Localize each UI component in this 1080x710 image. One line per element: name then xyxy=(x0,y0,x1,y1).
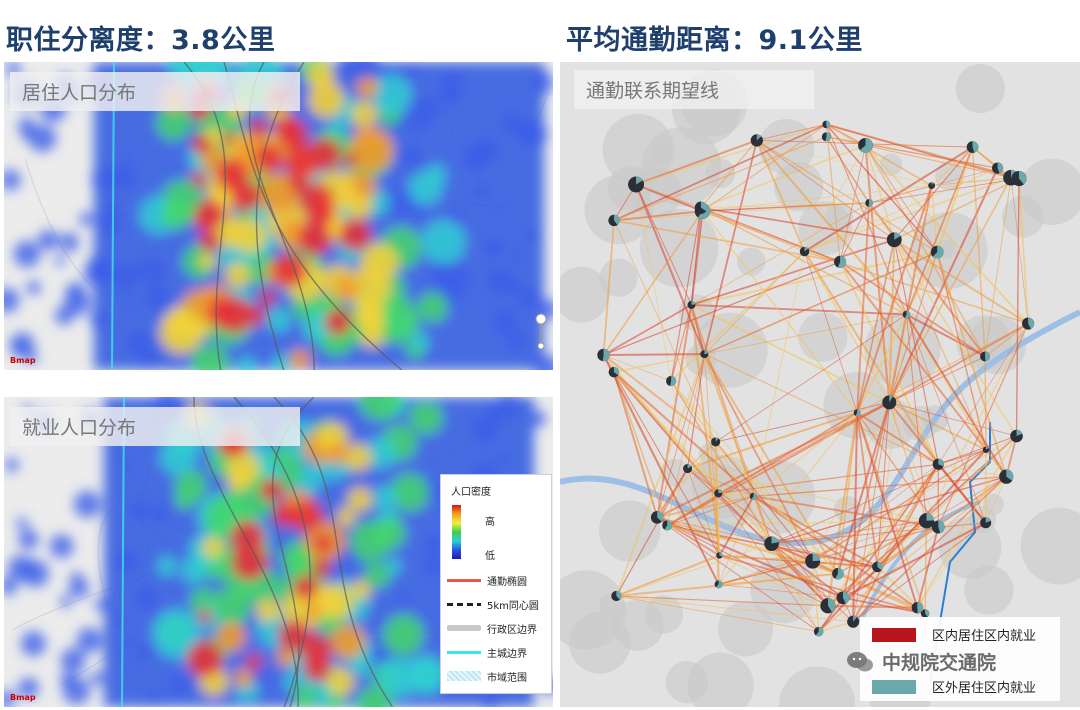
legend-item-inter-district: 区外居住区内就业 xyxy=(872,677,1036,696)
legend-item-main-city-boundary: 主城边界 xyxy=(447,645,527,660)
employment-panel-label: 就业人口分布 xyxy=(10,407,300,446)
municipal-area-swatch xyxy=(447,671,481,681)
density-color-ramp xyxy=(452,505,461,559)
legend-item-municipal-area: 市域范围 xyxy=(447,669,527,684)
legend-item-commute-ellipse: 通勤椭圆 xyxy=(447,573,527,588)
commute-desire-line-map xyxy=(560,62,1080,707)
intra-district-swatch xyxy=(872,627,916,642)
watermark-text: 中规院交通院 xyxy=(882,652,997,674)
legend-item-label: 通勤椭圆 xyxy=(487,576,527,588)
zoom-control-icon[interactable] xyxy=(534,312,548,352)
map-provider-badge: Bmap xyxy=(10,356,36,365)
headline-average-commute-distance: 平均通勤距离：9.1公里 xyxy=(566,25,863,56)
watermark: 中规院交通院 xyxy=(846,648,996,675)
5km-circle-swatch xyxy=(447,602,481,606)
inter-district-swatch xyxy=(872,679,916,694)
density-high-label: 高 xyxy=(485,517,495,528)
density-low-label: 低 xyxy=(485,551,495,562)
desire-panel-label: 通勤联系期望线 xyxy=(574,70,814,109)
wechat-icon xyxy=(847,651,873,671)
density-legend: 人口密度 高 低 通勤椭圆 5km同心圆 行政区边界 主城边界 市域范围 xyxy=(440,474,552,694)
legend-item-label: 市域范围 xyxy=(487,672,527,684)
residence-panel-label: 居住人口分布 xyxy=(10,72,300,111)
headline-job-housing-separation: 职住分离度：3.8公里 xyxy=(6,25,276,56)
legend-item-5km-circle: 5km同心圆 xyxy=(447,597,539,612)
legend-item-label: 行政区边界 xyxy=(487,624,537,636)
map-provider-badge: Bmap xyxy=(10,693,36,702)
legend-item-label: 区外居住区内就业 xyxy=(932,681,1037,696)
legend-item-label: 主城边界 xyxy=(487,648,527,660)
commute-ellipse-swatch xyxy=(447,578,481,582)
legend-item-intra-district: 区内居住区内就业 xyxy=(872,625,1036,644)
residence-heatmap-panel[interactable]: 居住人口分布 Bmap xyxy=(4,62,553,370)
legend-item-district-boundary: 行政区边界 xyxy=(447,621,537,636)
density-legend-title: 人口密度 xyxy=(451,487,491,498)
commute-desire-line-panel[interactable]: 通勤联系期望线 xyxy=(560,62,1080,707)
legend-item-label: 5km同心圆 xyxy=(487,600,539,612)
district-boundary-swatch xyxy=(447,625,481,631)
main-city-boundary-swatch xyxy=(447,650,481,654)
legend-item-label: 区内居住区内就业 xyxy=(932,629,1037,644)
